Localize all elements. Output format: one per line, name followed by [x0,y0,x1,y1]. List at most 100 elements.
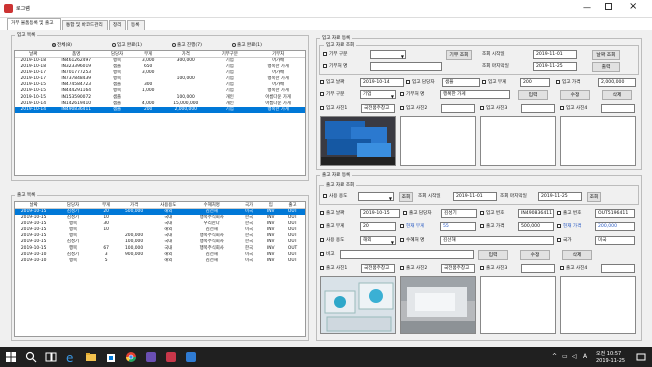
out-use2-combo[interactable]: 해외 ▼ [360,236,396,245]
out-price-check[interactable]: 출고 가격 [480,222,504,231]
out-inno-check[interactable]: 입고 번호 [480,209,504,218]
out-benef-field[interactable]: 김선해 [440,236,554,245]
in-photo1-image[interactable] [320,116,396,166]
in-photo4-field[interactable] [601,104,635,113]
in-weight-check[interactable]: 입고 무게 [482,78,506,87]
out-country-check[interactable]: 국가 [557,236,571,245]
app-icon-1[interactable] [144,350,158,364]
tab-donation-register[interactable]: 거부 물품등록 및 출고 [7,18,61,30]
in-photo3-check[interactable]: 입고 사진3 [480,104,507,113]
windows-start-icon[interactable] [4,350,18,364]
app-icon-2[interactable] [164,350,178,364]
filter-out-progress[interactable]: 출고 진행(7) [172,42,202,48]
out-photo2-image[interactable] [400,276,476,334]
out-price-field[interactable]: 500,000 [518,222,554,231]
in-photo4-check[interactable]: 입고 사진4 [560,104,587,113]
in-photo2-image[interactable] [400,116,476,166]
in-donor-field[interactable]: 행복한 가게 [440,90,510,99]
close-icon[interactable]: × [629,1,637,12]
filter-all[interactable]: 전체(8) [52,42,72,48]
out-country-field[interactable]: 미국 [595,236,635,245]
in-date-field[interactable]: 2019-10-14 [360,78,404,87]
out-end-date[interactable]: 2019-11-25 [538,192,582,201]
filter-out-done[interactable]: 출고 완료(1) [232,42,262,48]
in-manager-field[interactable]: 샘플 [442,78,480,87]
out-edit-button[interactable]: 수정 [520,250,550,260]
print-button[interactable]: 출력 [592,62,620,72]
out-note-check[interactable]: 비고 [320,250,334,259]
out-date-field[interactable]: 2019-10-15 [360,209,400,218]
out-date-search-button[interactable]: 조회 [587,192,601,202]
out-insert-button[interactable]: 입력 [478,250,508,260]
out-photo2-field[interactable]: 국전품주창고 [441,264,475,273]
out-date-check[interactable]: 출고 날짜 [320,209,344,218]
in-photo2-check[interactable]: 입고 사진2 [400,104,427,113]
out-cur-weight-check[interactable]: 현재 무게 [400,222,424,231]
donor-search-button[interactable]: 기부 조회 [446,50,472,60]
store-icon[interactable] [104,350,118,364]
in-type-combo[interactable]: 기업 ▼ [360,90,396,99]
in-edit-button[interactable]: 수정 [560,90,590,100]
out-photo1-field[interactable]: 국전품주창고 [361,264,395,273]
in-photo2-field[interactable] [441,104,475,113]
out-manager-field[interactable]: 김성기 [441,209,477,218]
in-type-check[interactable]: 기부 구분 [320,90,344,99]
out-use2-check[interactable]: 사용 용도 [320,236,344,245]
out-photo3-field[interactable] [521,264,555,273]
ingoing-table[interactable]: 날짜 품명 담당자 무게 가격 기부구분 기부처 2019-10-18 IN461… [14,50,306,176]
in-donor-name-field[interactable] [370,62,442,71]
network-icon[interactable]: ▭ [562,353,568,360]
search-icon[interactable] [24,350,38,364]
out-note-field[interactable] [340,250,474,259]
out-cur-price-check[interactable]: 현재 가격 [557,222,581,231]
in-price-field[interactable]: 2,000,000 [598,78,636,87]
in-donor-name-check[interactable]: 기부처 명 [323,62,347,71]
outgoing-row[interactable]: 2019-10-10 행복 5 해외 김선해 미국 INV OUT [15,258,305,264]
in-manager-check[interactable]: 입고 담당자 [406,78,435,87]
in-photo4-image[interactable] [560,116,636,166]
in-donor-type-combo[interactable]: ▼ [370,50,406,59]
out-use-check[interactable]: 사용 용도 [323,192,347,201]
in-end-date[interactable]: 2019-11-25 [533,62,577,71]
out-photo3-check[interactable]: 출고 사진3 [480,264,507,273]
in-weight-field[interactable]: 200 [520,78,550,87]
out-photo2-check[interactable]: 출고 사진2 [400,264,427,273]
out-use-combo[interactable]: ▼ [358,192,394,201]
tab-barcode[interactable]: 통합 및 바코드관리 [62,20,108,30]
file-explorer-icon[interactable] [84,350,98,364]
out-outno-field[interactable]: OUT5196411 [595,209,635,218]
task-view-icon[interactable] [44,350,58,364]
out-use-search-button[interactable]: 조회 [399,192,413,202]
in-date-check[interactable]: 입고 날짜 [320,78,344,87]
in-photo1-field[interactable]: 국전품주창고 [361,104,395,113]
tab-organize[interactable]: 정리 [109,20,126,30]
out-weight-field[interactable]: 20 [360,222,396,231]
in-photo1-check[interactable]: 입고 사진1 [320,104,347,113]
in-start-date[interactable]: 2019-11-01 [533,50,577,59]
out-photo1-check[interactable]: 출고 사진1 [320,264,347,273]
out-delete-button[interactable]: 삭제 [562,250,592,260]
out-inno-field[interactable]: IN490836411 [518,209,554,218]
out-photo1-image[interactable] [320,276,396,334]
out-benef-check[interactable]: 수혜처 명 [400,236,424,245]
out-outno-check[interactable]: 출고 번호 [557,209,581,218]
filter-in-done[interactable]: 입고 완료(1) [112,42,142,48]
chrome-icon[interactable] [124,350,138,364]
maximize-icon[interactable] [605,3,612,10]
input-lang[interactable]: A [583,353,587,360]
in-donor-type-check[interactable]: 기부 구분 [323,50,347,59]
tray-chevron-icon[interactable]: ^ [552,353,557,360]
in-insert-button[interactable]: 입력 [518,90,548,100]
date-search-button[interactable]: 날짜 조회 [592,50,620,60]
volume-icon[interactable]: ◁ [572,353,577,360]
in-price-check[interactable]: 입고 가격 [556,78,580,87]
in-photo3-field[interactable] [521,104,555,113]
minimize-icon[interactable]: — [583,3,591,12]
ingoing-row[interactable]: 2019-10-14 IN490836411 샘플 200 2,000,000 기업 행복한… [15,106,305,113]
out-weight-check[interactable]: 출고 무게 [320,222,344,231]
out-start-date[interactable]: 2019-11-01 [453,192,497,201]
in-photo3-image[interactable] [480,116,556,166]
in-delete-button[interactable]: 삭제 [602,90,632,100]
app-icon-3[interactable] [184,350,198,364]
out-manager-check[interactable]: 출고 담당자 [403,209,432,218]
